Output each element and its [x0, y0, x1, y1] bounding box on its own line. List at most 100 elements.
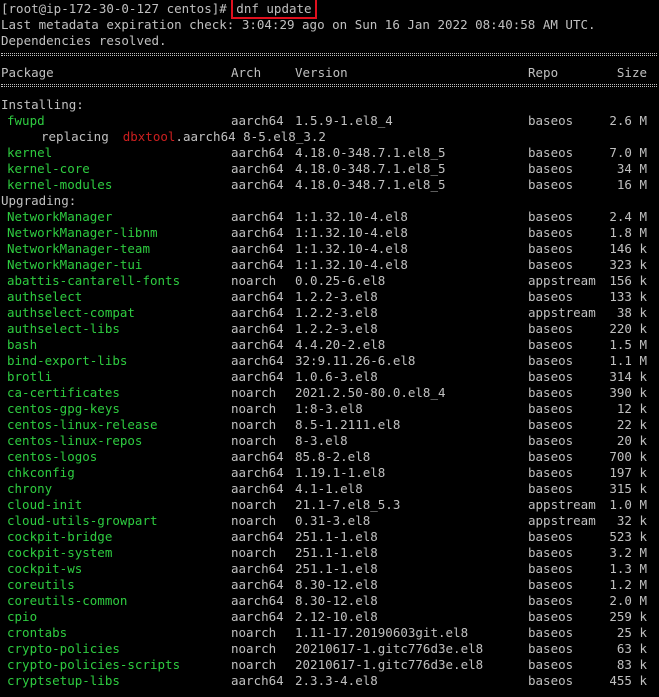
package-version: 4.4.20-2.el8	[295, 337, 386, 352]
package-name: centos-logos	[7, 449, 98, 464]
package-version: 1.0.6-3.el8	[295, 369, 378, 384]
package-name: abattis-cantarell-fonts	[7, 273, 181, 288]
package-size: 1.2 M	[609, 577, 647, 592]
package-row: coreutils aarch64 8.30-12.el8 baseos 1.2 M	[1, 577, 657, 593]
package-size: 38 k	[616, 305, 647, 320]
replacing-prefix: replacing	[41, 129, 109, 144]
package-version: 0.0.25-6.el8	[295, 273, 386, 288]
package-arch: aarch64	[231, 449, 284, 464]
column-header-repo: Repo	[528, 65, 559, 80]
package-repo: baseos	[528, 369, 574, 384]
package-repo: baseos	[528, 433, 574, 448]
package-repo: baseos	[528, 673, 574, 688]
command-text[interactable]: dnf update	[231, 0, 317, 19]
package-size: 2.4 M	[609, 209, 647, 224]
column-header-package: Package	[1, 65, 54, 80]
package-arch: aarch64	[231, 241, 284, 256]
package-version: 1:1.32.10-4.el8	[295, 209, 408, 224]
package-arch: aarch64	[231, 609, 284, 624]
package-size: 323 k	[609, 257, 647, 272]
replacing-line: replacing dbxtool.aarch64 8-5.el8_3.2	[1, 129, 326, 145]
package-repo: baseos	[528, 177, 574, 192]
package-row: bash aarch64 4.4.20-2.el8 baseos 1.5 M	[1, 337, 657, 353]
package-name: brotli	[7, 369, 53, 384]
package-size: 390 k	[609, 385, 647, 400]
package-arch: noarch	[231, 625, 277, 640]
package-row: cockpit-bridge aarch64 251.1-1.el8 baseos 52…	[1, 529, 657, 545]
package-row: centos-logos aarch64 85.8-2.el8 baseos 700 k	[1, 449, 657, 465]
package-repo: baseos	[528, 289, 574, 304]
package-size: 12 k	[616, 401, 647, 416]
package-row: NetworkManager-libnm aarch64 1:1.32.10-4.e…	[1, 225, 657, 241]
package-version: 1.5.9-1.el8_4	[295, 113, 393, 128]
package-arch: aarch64	[231, 353, 284, 368]
package-repo: baseos	[528, 321, 574, 336]
package-size: 83 k	[616, 657, 647, 672]
table-header-row: Package Arch Version Repo Size	[1, 65, 657, 81]
package-repo: baseos	[528, 209, 574, 224]
package-row: NetworkManager aarch64 1:1.32.10-4.el8 base…	[1, 209, 657, 225]
package-size: 1.0 M	[609, 497, 647, 512]
package-version: 251.1-1.el8	[295, 561, 378, 576]
package-arch: noarch	[231, 513, 277, 528]
package-version: 1.2.2-3.el8	[295, 289, 378, 304]
package-version: 2021.2.50-80.0.el8_4	[295, 385, 446, 400]
package-arch: aarch64	[231, 177, 284, 192]
package-size: 1.3 M	[609, 561, 647, 576]
package-name: centos-linux-release	[7, 417, 158, 432]
package-name: NetworkManager-team	[7, 241, 150, 256]
package-arch: noarch	[231, 273, 277, 288]
package-version: 21.1-7.el8_5.3	[295, 497, 401, 512]
package-repo: baseos	[528, 385, 574, 400]
replaced-package-detail: .aarch64 8-5.el8_3.2	[175, 129, 326, 144]
package-row: crypto-policies-scripts noarch 20210617-1.…	[1, 657, 657, 673]
package-version: 0.31-3.el8	[295, 513, 371, 528]
package-arch: aarch64	[231, 673, 284, 688]
package-arch: noarch	[231, 497, 277, 512]
package-repo: baseos	[528, 417, 574, 432]
package-row: cpio aarch64 2.12-10.el8 baseos 259 k	[1, 609, 657, 625]
package-version: 4.18.0-348.7.1.el8_5	[295, 177, 446, 192]
package-size: 7.0 M	[609, 145, 647, 160]
package-name: NetworkManager	[7, 209, 113, 224]
package-name: NetworkManager-tui	[7, 257, 143, 272]
package-arch: aarch64	[231, 257, 284, 272]
shell-prompt: [root@ip-172-30-0-127 centos]#	[1, 1, 235, 16]
package-name: cloud-utils-growpart	[7, 513, 158, 528]
package-row: kernel aarch64 4.18.0-348.7.1.el8_5 baseos 7…	[1, 145, 657, 161]
package-size: 1.8 M	[609, 225, 647, 240]
column-header-version: Version	[295, 65, 348, 80]
package-repo: baseos	[528, 577, 574, 592]
package-name: ca-certificates	[7, 385, 120, 400]
package-repo: baseos	[528, 449, 574, 464]
package-name: crypto-policies	[7, 641, 120, 656]
column-header-arch: Arch	[231, 65, 262, 80]
package-arch: noarch	[231, 433, 277, 448]
package-row: coreutils-common aarch64 8.30-12.el8 baseos…	[1, 593, 657, 609]
package-version: 8.30-12.el8	[295, 577, 378, 592]
package-arch: aarch64	[231, 529, 284, 544]
package-row: abattis-cantarell-fonts noarch 0.0.25-6.el…	[1, 273, 657, 289]
package-size: 314 k	[609, 369, 647, 384]
package-size: 700 k	[609, 449, 647, 464]
package-row: authselect aarch64 1.2.2-3.el8 baseos 133 k	[1, 289, 657, 305]
package-repo: baseos	[528, 481, 574, 496]
upgrading-section-label: Upgrading:	[1, 193, 77, 208]
package-arch: aarch64	[231, 561, 284, 576]
package-row: centos-gpg-keys noarch 1:8-3.el8 baseos 12 k	[1, 401, 657, 417]
package-repo: baseos	[528, 465, 574, 480]
column-header-size: Size	[616, 65, 647, 80]
package-version: 8.30-12.el8	[295, 593, 378, 608]
package-arch: aarch64	[231, 481, 284, 496]
terminal-window[interactable]: [root@ip-172-30-0-127 centos]# dnf updat…	[0, 0, 659, 697]
package-name: bash	[7, 337, 38, 352]
package-version: 4.18.0-348.7.1.el8_5	[295, 161, 446, 176]
package-arch: aarch64	[231, 225, 284, 240]
package-version: 8-3.el8	[295, 433, 348, 448]
package-size: 20 k	[616, 433, 647, 448]
package-version: 251.1-1.el8	[295, 545, 378, 560]
package-name: chrony	[7, 481, 53, 496]
package-arch: aarch64	[231, 465, 284, 480]
replaced-package-name: dbxtool	[122, 129, 176, 144]
package-version: 4.18.0-348.7.1.el8_5	[295, 145, 446, 160]
